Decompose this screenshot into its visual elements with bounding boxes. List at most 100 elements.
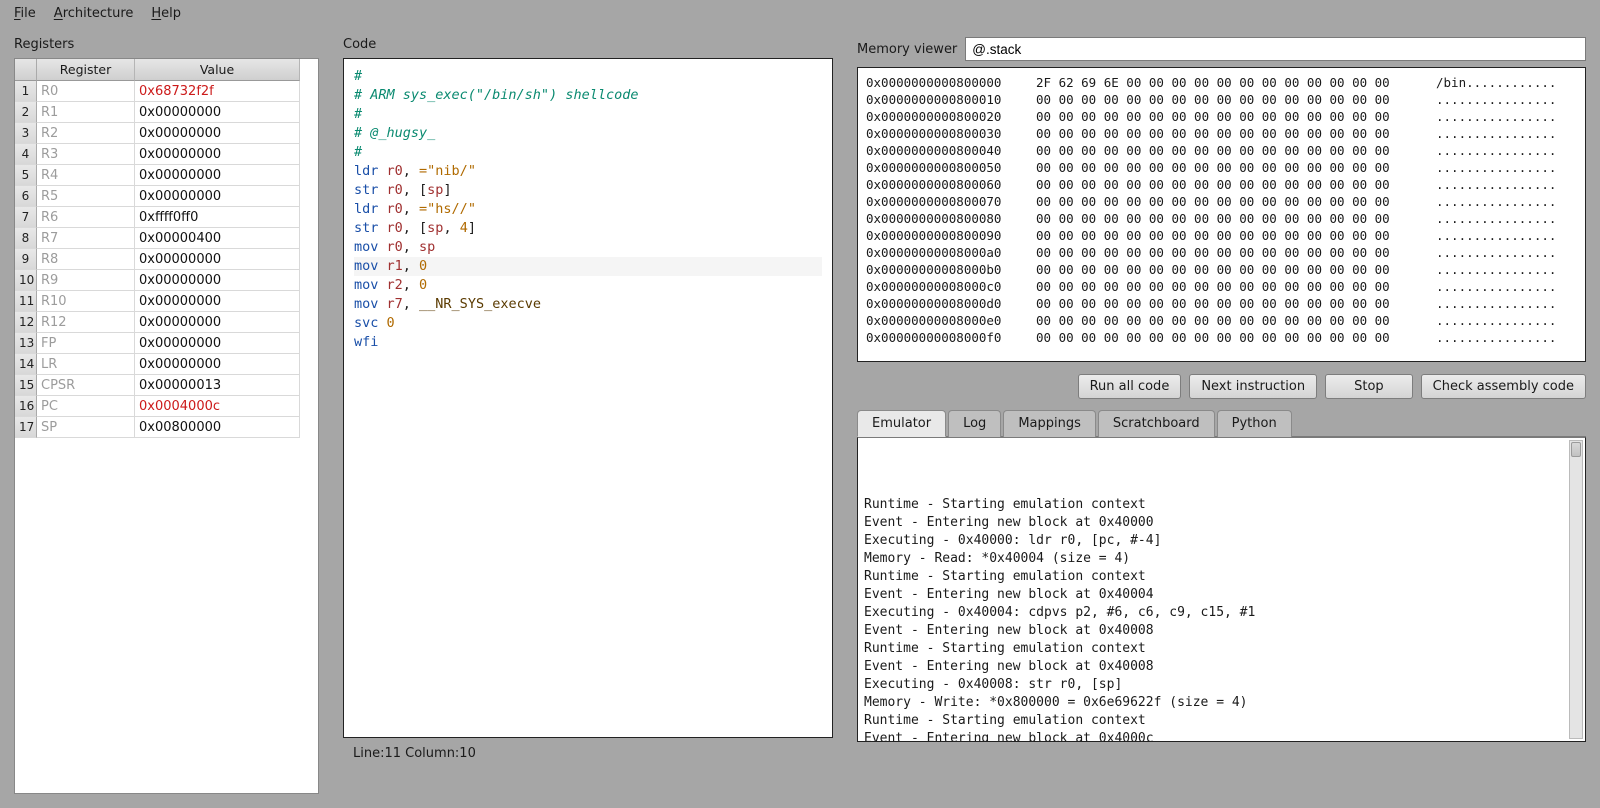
menu-file[interactable]: File	[14, 6, 36, 21]
log-line: Event - Entering new block at 0x40000	[864, 514, 1579, 532]
tab-log[interactable]: Log	[948, 410, 1001, 437]
log-line: Runtime - Starting emulation context	[864, 712, 1579, 730]
register-value: 0x00000000	[135, 102, 300, 123]
code-line[interactable]: ldr r0, ="nib/"	[354, 162, 822, 181]
register-index: 5	[15, 165, 37, 186]
register-row[interactable]: 5R40x00000000	[15, 165, 318, 186]
register-row[interactable]: 14LR0x00000000	[15, 354, 318, 375]
menubar: File Architecture Help	[0, 0, 1600, 27]
register-name: R3	[37, 144, 135, 165]
register-row[interactable]: 11R100x00000000	[15, 291, 318, 312]
register-index: 15	[15, 375, 37, 396]
register-name: R8	[37, 249, 135, 270]
code-line[interactable]: ldr r0, ="hs//"	[354, 200, 822, 219]
register-index: 11	[15, 291, 37, 312]
log-line: Executing - 0x40008: str r0, [sp]	[864, 676, 1579, 694]
log-line: Runtime - Starting emulation context	[864, 496, 1579, 514]
code-line[interactable]: #	[354, 143, 822, 162]
code-panel: Code ## ARM sys_exec("/bin/sh") shellcod…	[343, 37, 833, 794]
log-scrollbar[interactable]	[1569, 440, 1583, 739]
register-index: 12	[15, 312, 37, 333]
memory-line: 0x000000000080002000 00 00 00 00 00 00 0…	[866, 108, 1577, 125]
register-name: R10	[37, 291, 135, 312]
register-value: 0x0004000c	[135, 396, 300, 417]
register-name: R2	[37, 123, 135, 144]
register-row[interactable]: 13FP0x00000000	[15, 333, 318, 354]
register-name: R4	[37, 165, 135, 186]
register-row[interactable]: 17SP0x00800000	[15, 417, 318, 438]
right-panel: Memory viewer 0x00000000008000002F 62 69…	[857, 37, 1586, 794]
registers-table: Register Value 1R00x68732f2f2R10x0000000…	[14, 58, 319, 794]
code-line[interactable]: str r0, [sp]	[354, 181, 822, 200]
stop-button[interactable]: Stop	[1325, 374, 1413, 399]
register-row[interactable]: 10R90x00000000	[15, 270, 318, 291]
code-line[interactable]: # @_hugsy_	[354, 124, 822, 143]
register-row[interactable]: 2R10x00000000	[15, 102, 318, 123]
run-all-button[interactable]: Run all code	[1078, 374, 1182, 399]
code-editor[interactable]: ## ARM sys_exec("/bin/sh") shellcode## @…	[343, 58, 833, 738]
register-row[interactable]: 16PC0x0004000c	[15, 396, 318, 417]
memory-line: 0x00000000008000d000 00 00 00 00 00 00 0…	[866, 295, 1577, 312]
memory-label: Memory viewer	[857, 42, 957, 57]
code-line[interactable]: mov r0, sp	[354, 238, 822, 257]
tab-python[interactable]: Python	[1217, 410, 1292, 437]
log-line: Event - Entering new block at 0x40008	[864, 658, 1579, 676]
log-line: Event - Entering new block at 0x4000c	[864, 730, 1579, 742]
register-row[interactable]: 7R60xffff0ff0	[15, 207, 318, 228]
code-line[interactable]: svc 0	[354, 314, 822, 333]
memory-line: 0x00000000008000002F 62 69 6E 00 00 00 0…	[866, 74, 1577, 91]
register-value: 0x00000400	[135, 228, 300, 249]
memory-line: 0x000000000080008000 00 00 00 00 00 00 0…	[866, 210, 1577, 227]
log-line: Runtime - Starting emulation context	[864, 640, 1579, 658]
menu-architecture[interactable]: Architecture	[54, 6, 134, 21]
log-line: Memory - Read: *0x40004 (size = 4)	[864, 550, 1579, 568]
emulator-log[interactable]: Runtime - Starting emulation contextEven…	[857, 437, 1586, 742]
register-name: R0	[37, 81, 135, 102]
next-instruction-button[interactable]: Next instruction	[1189, 374, 1317, 399]
register-row[interactable]: 1R00x68732f2f	[15, 81, 318, 102]
tab-emulator[interactable]: Emulator	[857, 410, 946, 437]
register-name: R5	[37, 186, 135, 207]
memory-address-input[interactable]	[965, 37, 1586, 61]
register-row[interactable]: 8R70x00000400	[15, 228, 318, 249]
register-name: LR	[37, 354, 135, 375]
code-line[interactable]: #	[354, 105, 822, 124]
code-line[interactable]: # ARM sys_exec("/bin/sh") shellcode	[354, 86, 822, 105]
register-row[interactable]: 3R20x00000000	[15, 123, 318, 144]
tab-scratchboard[interactable]: Scratchboard	[1098, 410, 1215, 437]
menu-help[interactable]: Help	[151, 6, 181, 21]
code-status-line: Line:11 Column:10	[343, 738, 833, 761]
memory-line: 0x000000000080003000 00 00 00 00 00 00 0…	[866, 125, 1577, 142]
code-line[interactable]: str r0, [sp, 4]	[354, 219, 822, 238]
memory-viewer[interactable]: 0x00000000008000002F 62 69 6E 00 00 00 0…	[857, 67, 1586, 362]
code-line[interactable]: mov r7, __NR_SYS_execve	[354, 295, 822, 314]
registers-label: Registers	[14, 37, 319, 52]
reg-header-value[interactable]: Value	[135, 59, 300, 81]
register-index: 8	[15, 228, 37, 249]
register-value: 0x00000000	[135, 165, 300, 186]
register-row[interactable]: 9R80x00000000	[15, 249, 318, 270]
register-row[interactable]: 4R30x00000000	[15, 144, 318, 165]
memory-line: 0x00000000008000e000 00 00 00 00 00 00 0…	[866, 312, 1577, 329]
code-line[interactable]: mov r1, 0	[354, 257, 822, 276]
code-line[interactable]: mov r2, 0	[354, 276, 822, 295]
register-row[interactable]: 6R50x00000000	[15, 186, 318, 207]
register-index: 9	[15, 249, 37, 270]
register-value: 0x00000000	[135, 291, 300, 312]
tab-mappings[interactable]: Mappings	[1003, 410, 1096, 437]
log-line: Executing - 0x40004: cdpvs p2, #6, c6, c…	[864, 604, 1579, 622]
registers-empty-area	[15, 438, 318, 793]
register-index: 14	[15, 354, 37, 375]
code-line[interactable]: wfi	[354, 333, 822, 352]
register-name: SP	[37, 417, 135, 438]
register-value: 0x00000013	[135, 375, 300, 396]
reg-header-name[interactable]: Register	[37, 59, 135, 81]
register-row[interactable]: 12R120x00000000	[15, 312, 318, 333]
check-assembly-button[interactable]: Check assembly code	[1421, 374, 1586, 399]
log-line: Executing - 0x40000: ldr r0, [pc, #-4]	[864, 532, 1579, 550]
log-scroll-thumb[interactable]	[1571, 442, 1581, 457]
register-name: R6	[37, 207, 135, 228]
log-line: Event - Entering new block at 0x40004	[864, 586, 1579, 604]
code-line[interactable]: #	[354, 67, 822, 86]
register-row[interactable]: 15CPSR0x00000013	[15, 375, 318, 396]
